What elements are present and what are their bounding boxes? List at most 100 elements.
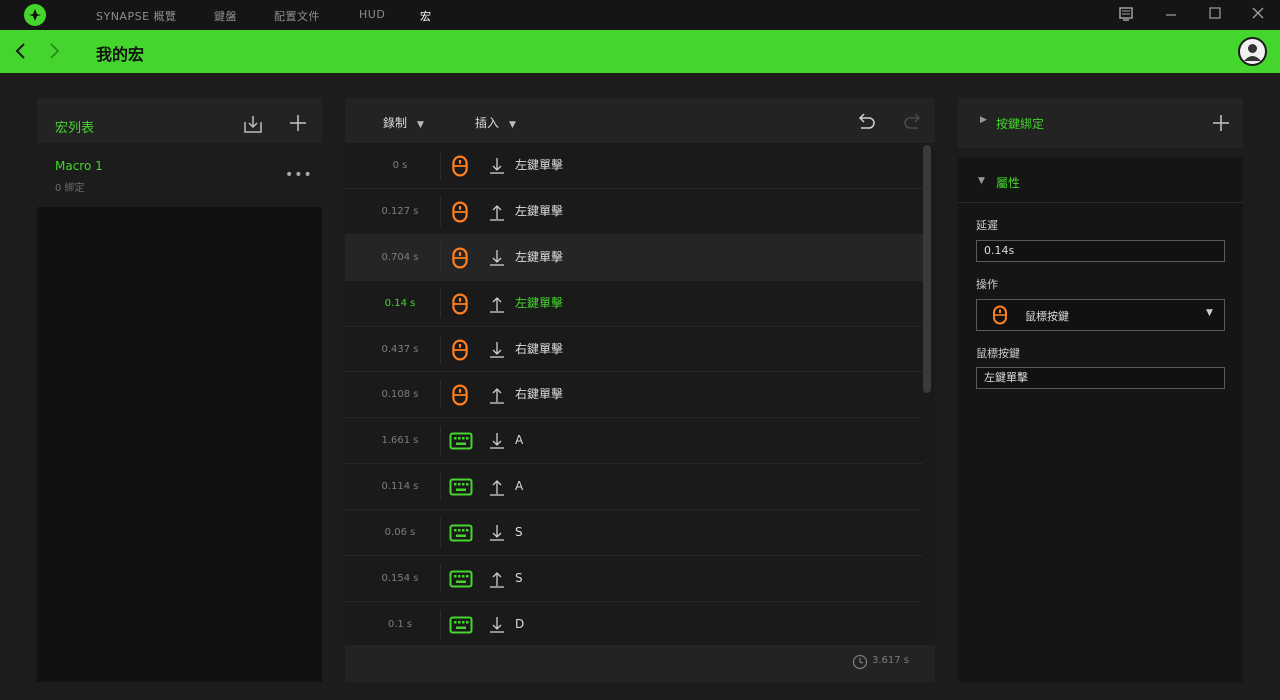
- event-list-scrollbar[interactable]: [923, 145, 931, 393]
- properties-title: 屬性: [996, 176, 1021, 190]
- macro-list-header: 宏列表: [37, 98, 322, 143]
- event-divider: [440, 380, 441, 410]
- event-divider: [440, 242, 441, 272]
- page-title: 我的宏: [96, 45, 145, 64]
- event-row[interactable]: 0.704 s 左鍵單擊: [345, 234, 923, 281]
- key-down-icon: [489, 523, 505, 543]
- event-delay: 0.1 s: [387, 618, 413, 630]
- event-label: A: [515, 479, 524, 494]
- event-divider: [440, 609, 441, 639]
- macro-list-item[interactable]: Macro 1 0 綁定 •••: [37, 143, 322, 207]
- import-icon[interactable]: [243, 114, 263, 134]
- event-list: 0 s 左鍵單擊 0.127 s 左鍵單擊 0.704 s 左鍵單擊 0.14 s 左鍵單擊 0…: [345, 143, 923, 645]
- event-row[interactable]: 0.437 s 右鍵單擊: [345, 327, 923, 373]
- key-down-icon: [489, 156, 505, 176]
- insert-label: 插入: [475, 116, 500, 130]
- event-delay: 0.114 s: [381, 481, 419, 493]
- user-avatar-icon[interactable]: [1238, 37, 1267, 66]
- event-label: 右鍵單擊: [515, 387, 564, 402]
- event-row[interactable]: 0.154 s S: [345, 556, 923, 602]
- event-delay: 0.704 s: [381, 251, 419, 263]
- notifications-icon[interactable]: [1117, 6, 1135, 24]
- macro-list-title: 宏列表: [55, 121, 95, 136]
- mouse-icon: [449, 293, 471, 315]
- editor-footer: 3.617 s: [345, 645, 935, 682]
- event-row[interactable]: 0.127 s 左鍵單擊: [345, 189, 923, 235]
- tab-synapse-overview[interactable]: SYNAPSE 概覽: [96, 8, 177, 24]
- event-row[interactable]: 0.114 s A: [345, 464, 923, 511]
- event-row[interactable]: 0.06 s S: [345, 510, 923, 557]
- back-arrow-icon[interactable]: [12, 40, 30, 62]
- event-row[interactable]: 0.1 s D: [345, 602, 923, 645]
- add-macro-icon[interactable]: [289, 114, 307, 132]
- clock-icon: [852, 654, 868, 670]
- key-up-icon: [489, 569, 505, 589]
- insert-dropdown[interactable]: 插入 ▼: [475, 114, 516, 131]
- hotkey-panel[interactable]: ▶ 按鍵綁定: [958, 98, 1243, 148]
- mouse-icon: [449, 155, 471, 177]
- delay-input[interactable]: 0.14s: [976, 240, 1225, 262]
- undo-icon[interactable]: [855, 110, 877, 132]
- macro-list-area: [37, 207, 322, 682]
- forward-arrow-icon[interactable]: [45, 40, 63, 62]
- redo-icon[interactable]: [902, 110, 924, 132]
- razer-logo-icon: [24, 4, 46, 26]
- record-dropdown[interactable]: 錄制 ▼: [383, 114, 424, 131]
- event-row[interactable]: 0 s 左鍵單擊: [345, 143, 923, 189]
- key-down-icon: [489, 340, 505, 360]
- tab-hud[interactable]: HUD: [359, 8, 385, 21]
- event-delay: 0.127 s: [381, 205, 419, 217]
- keyboard-icon: [449, 430, 473, 452]
- event-delay: 0.154 s: [381, 573, 419, 585]
- macro-editor: 錄制 ▼ 插入 ▼ 0 s 左鍵單擊 0.127 s 左鍵單擊 0.704 s 左鍵單擊 0.1…: [345, 98, 935, 645]
- tab-keyboard[interactable]: 鍵盤: [214, 8, 237, 24]
- event-label: 左鍵單擊: [515, 203, 564, 218]
- event-label: S: [515, 525, 523, 540]
- action-select[interactable]: 鼠標按鍵 ▼: [976, 299, 1225, 331]
- tab-profiles[interactable]: 配置文件: [274, 8, 320, 24]
- event-row[interactable]: 0.14 s 左鍵單擊: [345, 281, 923, 327]
- event-divider: [440, 334, 441, 364]
- mouse-button-label: 鼠標按鍵: [976, 347, 1020, 360]
- chevron-right-icon: ▶: [980, 115, 987, 125]
- tab-macro[interactable]: 宏: [420, 8, 432, 24]
- event-divider: [440, 288, 441, 318]
- page-header: 我的宏: [0, 30, 1280, 73]
- event-label: 右鍵單擊: [515, 341, 564, 356]
- event-label: 左鍵單擊: [515, 295, 564, 310]
- key-up-icon: [489, 202, 505, 222]
- mouse-icon: [449, 201, 471, 223]
- keyboard-icon: [449, 522, 473, 544]
- mouse-icon: [449, 384, 471, 406]
- event-divider: [440, 196, 441, 226]
- maximize-icon[interactable]: [1206, 6, 1224, 24]
- properties-header[interactable]: ▼ 屬性: [958, 157, 1243, 203]
- event-divider: [440, 151, 441, 180]
- event-row[interactable]: 1.661 s A: [345, 418, 923, 465]
- key-down-icon: [489, 431, 505, 451]
- macro-binding-count: 0 綁定: [55, 183, 85, 194]
- add-hotkey-icon[interactable]: [1212, 114, 1230, 132]
- minimize-icon[interactable]: [1162, 6, 1180, 24]
- mouse-button-input[interactable]: 左鍵單擊: [976, 367, 1225, 389]
- key-up-icon: [489, 385, 505, 405]
- event-divider: [440, 426, 441, 456]
- event-divider: [440, 564, 441, 594]
- properties-panel: ▼ 屬性 延遲 0.14s 操作 鼠標按鍵 ▼ 鼠標按鍵 左鍵單擊: [958, 157, 1243, 682]
- chevron-down-icon: ▼: [1206, 308, 1213, 318]
- event-delay: 1.661 s: [381, 435, 419, 447]
- event-delay: 0.14 s: [384, 297, 416, 309]
- action-value: 鼠標按鍵: [1025, 310, 1069, 323]
- record-label: 錄制: [383, 116, 408, 130]
- mouse-icon: [449, 247, 471, 269]
- close-icon[interactable]: [1249, 6, 1267, 24]
- keyboard-icon: [449, 614, 473, 636]
- event-row[interactable]: 0.108 s 右鍵單擊: [345, 372, 923, 419]
- more-options-icon[interactable]: •••: [285, 167, 313, 183]
- keyboard-icon: [449, 568, 473, 590]
- key-up-icon: [489, 477, 505, 497]
- key-down-icon: [489, 615, 505, 635]
- event-divider: [440, 472, 441, 502]
- total-time: 3.617 s: [872, 655, 910, 666]
- key-up-icon: [489, 294, 505, 314]
